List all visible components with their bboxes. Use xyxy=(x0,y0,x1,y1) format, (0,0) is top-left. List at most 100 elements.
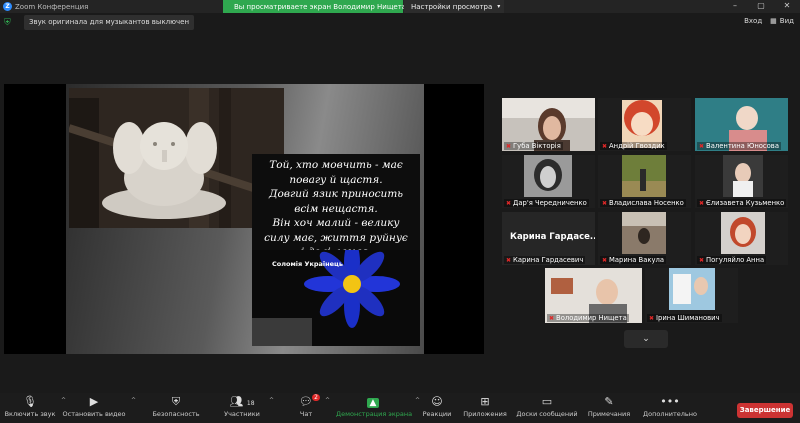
shield-icon: ⛨ xyxy=(4,17,11,28)
participant-tile[interactable]: ✖ Дар'я Чередниченко xyxy=(502,155,595,208)
chat-button[interactable]: 💬︎ 2 Чат ^ xyxy=(292,393,330,423)
name-label: Єлизавета Кузьменко xyxy=(706,199,785,207)
whiteboard-button[interactable]: ▭ Доски сообщений xyxy=(516,393,578,423)
quote-author: Соломія Українець xyxy=(272,260,343,268)
view-label: Вид xyxy=(779,17,794,25)
security-label: Безопасность xyxy=(152,410,200,418)
participant-tile[interactable]: ✖ Погуляйло Анна xyxy=(695,212,788,265)
participant-tile[interactable]: ✖ Марина Вакула xyxy=(598,212,691,265)
grid-icon: ▦ xyxy=(770,17,777,25)
muted-mic-icon: ✖ xyxy=(602,199,608,207)
minimize-button[interactable]: – xyxy=(722,0,748,13)
chat-badge: 2 xyxy=(312,394,320,401)
participant-tile[interactable]: Карина Гардасе... ✖ Карина Гардасевич xyxy=(502,212,595,265)
participants-label: Участники xyxy=(224,410,260,418)
participant-tile[interactable]: ✖ Ірина Шиманович xyxy=(645,268,738,323)
unmute-button[interactable]: 🎙︎ Включить звук ^ xyxy=(4,393,66,423)
participants-count: 18 xyxy=(246,400,255,407)
mic-muted-icon: 🎙︎ xyxy=(23,395,37,408)
shared-screen[interactable]: Той, хто мовчить - має повагу й щастя. Д… xyxy=(4,84,484,354)
muted-mic-icon: ✖ xyxy=(602,256,608,264)
video-camera-icon: ▶ xyxy=(89,395,99,408)
participant-name: ✖ Карина Гардасевич xyxy=(504,256,586,264)
participant-name: ✖ Єлизавета Кузьменко xyxy=(697,199,787,207)
quote-line: повагу й щастя. xyxy=(289,173,383,186)
participant-tile[interactable]: ✖ Губа Вікторія xyxy=(502,98,595,151)
stop-video-button[interactable]: ▶ Остановить видео ^ xyxy=(62,393,136,423)
audio-notice: ⛨ Звук оригинала для музыкантов выключен xyxy=(4,15,195,30)
participant-tile[interactable]: ✖ Валентина Юносова xyxy=(695,98,788,151)
reactions-label: Реакции xyxy=(422,410,452,418)
more-button[interactable]: ••• Дополнительно xyxy=(640,393,700,423)
participant-display-name: Карина Гардасе... xyxy=(510,232,595,242)
muted-mic-icon: ✖ xyxy=(506,256,512,264)
view-options-label: Настройки просмотра xyxy=(411,2,493,11)
quote-box: Той, хто мовчить - має повагу й щастя. Д… xyxy=(252,154,420,346)
end-meeting-button[interactable]: Завершение xyxy=(737,403,793,418)
stop-video-label: Остановить видео xyxy=(62,410,126,418)
participant-tile[interactable]: ✖ Єлизавета Кузьменко xyxy=(695,155,788,208)
whiteboard-label: Доски сообщений xyxy=(516,410,578,418)
meeting-toolbar: 🎙︎ Включить звук ^ ▶ Остановить видео ^ … xyxy=(0,393,800,423)
slide: Той, хто мовчить - має повагу й щастя. Д… xyxy=(66,84,424,354)
participant-tile[interactable]: ✖ Владислава Носенко xyxy=(598,155,691,208)
exit-label: Вход xyxy=(744,17,763,25)
share-screen-label: Демонстрация экрана xyxy=(336,410,413,418)
name-label: Валентина Юносова xyxy=(706,142,779,150)
maximize-button[interactable]: ▢ xyxy=(748,0,774,13)
share-screen-icon: ▲ xyxy=(336,393,410,410)
quote-line: силу має, життя руйнує xyxy=(264,231,408,244)
muted-mic-icon: ✖ xyxy=(506,199,512,207)
apps-icon: ⊞ xyxy=(480,395,490,408)
close-button[interactable]: ✕ xyxy=(774,0,800,13)
audio-notice-text: Звук оригинала для музыкантов выключен xyxy=(24,15,195,30)
window-controls: – ▢ ✕ xyxy=(722,0,800,13)
quote-line: Той, хто мовчить - має xyxy=(269,159,403,171)
sharing-text: Вы просматриваете экран Володимир Нищета xyxy=(234,2,407,11)
more-icon: ••• xyxy=(660,395,680,408)
chevron-down-icon: ▾ xyxy=(497,3,501,10)
participants-icon: 👥︎ 18 xyxy=(229,395,255,408)
top-right-controls: Вход ▦ Вид xyxy=(744,17,794,25)
security-button[interactable]: ⛨ Безопасность xyxy=(150,393,202,423)
muted-mic-icon: ✖ xyxy=(699,199,705,207)
share-screen-button[interactable]: ▲ Демонстрация экрана ^ xyxy=(336,393,420,423)
unmute-label: Включить звук xyxy=(4,410,56,418)
name-label: Володимир Нищета xyxy=(556,314,627,322)
quote-text: Той, хто мовчить - має повагу й щастя. Д… xyxy=(256,158,416,260)
reactions-button[interactable]: ☺ Реакции xyxy=(420,393,454,423)
caret-up-icon[interactable]: ^ xyxy=(269,397,274,404)
participants-button[interactable]: 👥︎ 18 Участники ^ xyxy=(220,393,274,423)
participant-name: ✖ Володимир Нищета xyxy=(547,314,629,322)
muted-mic-icon: ✖ xyxy=(699,256,705,264)
muted-mic-icon: ✖ xyxy=(602,142,608,150)
notes-button[interactable]: ✎ Примечания xyxy=(586,393,632,423)
apps-label: Приложения xyxy=(463,410,507,418)
name-label: Дар'я Чередниченко xyxy=(513,199,587,207)
participant-name: ✖ Дар'я Чередниченко xyxy=(504,199,589,207)
chevron-down-icon: ⌄ xyxy=(642,334,650,344)
participant-tile[interactable]: ✖ Андрій Гвоздик xyxy=(598,98,691,151)
quote-line: Він хоч малий - велику xyxy=(272,217,400,229)
reactions-icon: ☺ xyxy=(431,395,443,408)
caret-up-icon[interactable]: ^ xyxy=(131,397,136,404)
apps-button[interactable]: ⊞ Приложения xyxy=(462,393,508,423)
window-title: Zoom Конференция xyxy=(15,2,89,11)
name-label: Владислава Носенко xyxy=(609,199,684,207)
view-options-button[interactable]: Настройки просмотра ▾ xyxy=(404,0,504,13)
participant-name: ✖ Валентина Юносова xyxy=(697,142,781,150)
name-label: Ірина Шиманович xyxy=(656,314,720,322)
exit-button[interactable]: Вход xyxy=(744,17,762,25)
view-button[interactable]: ▦ Вид xyxy=(770,17,794,25)
sharing-banner: Вы просматриваете экран Володимир Нищета xyxy=(223,0,407,13)
name-label: Погуляйло Анна xyxy=(706,256,765,264)
quote-line: Довгий язик приносить xyxy=(269,188,403,200)
whiteboard-icon: ▭ xyxy=(541,395,553,408)
participant-tile-active-speaker[interactable]: ✖ Володимир Нищета xyxy=(545,268,642,323)
gallery-next-page-button[interactable]: ⌄ xyxy=(624,330,668,348)
caret-up-icon[interactable]: ^ xyxy=(325,397,330,404)
participant-name: ✖ Владислава Носенко xyxy=(600,199,686,207)
participant-name: ✖ Погуляйло Анна xyxy=(697,256,767,264)
participant-name: ✖ Ірина Шиманович xyxy=(647,314,722,322)
zoom-logo-icon: Z xyxy=(3,2,12,11)
